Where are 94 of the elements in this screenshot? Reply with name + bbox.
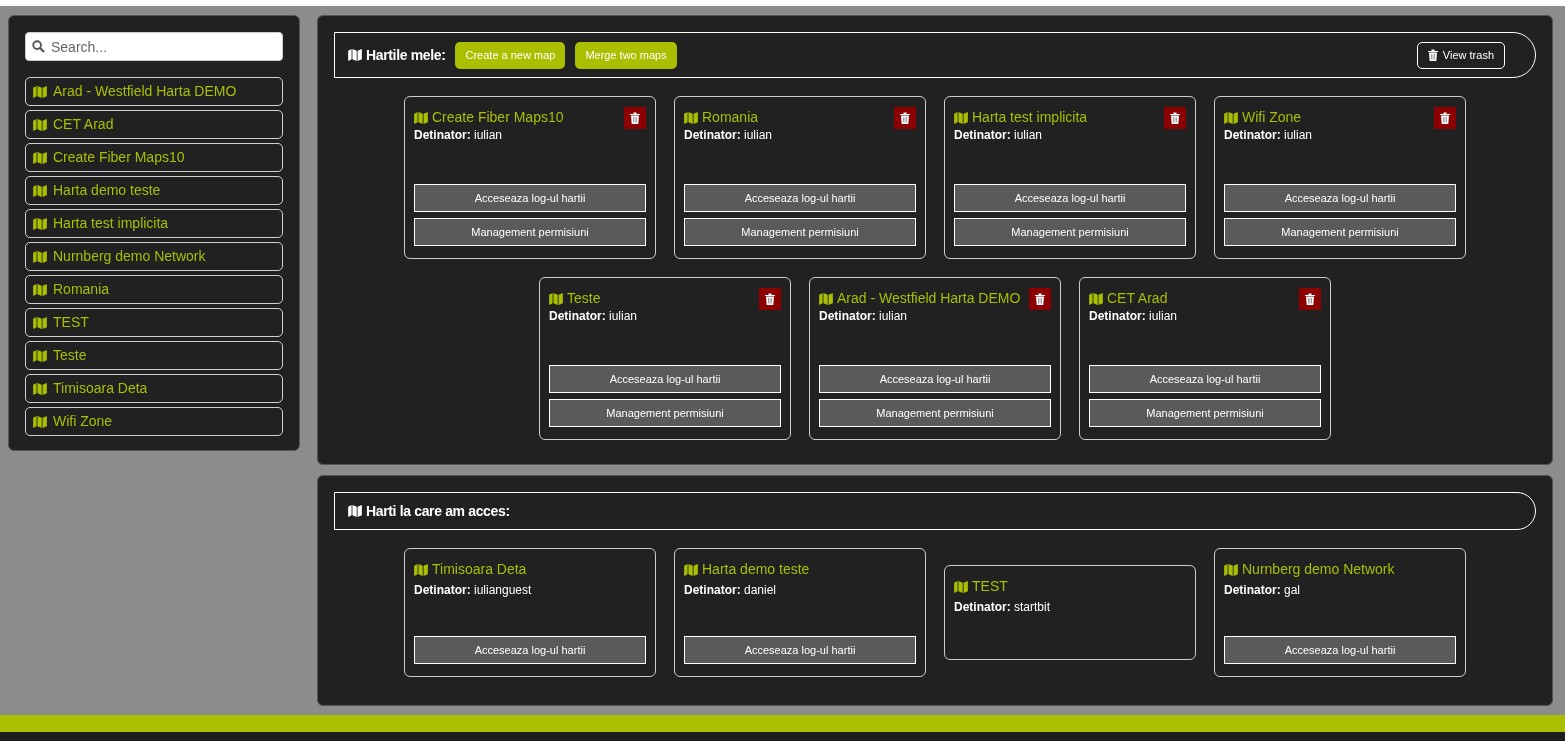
map-icon [414, 111, 428, 124]
card-button[interactable]: Management permisiuni [1224, 218, 1456, 246]
map-icon [33, 118, 47, 131]
card-button[interactable]: Management permisiuni [684, 218, 916, 246]
owner-text: Detinator: iulian [1224, 127, 1314, 144]
sidebar-item[interactable]: Nurnberg demo Network [25, 242, 283, 271]
map-icon [954, 580, 968, 593]
map-icon [33, 85, 47, 98]
map-title[interactable]: Harta demo teste [684, 559, 810, 581]
sidebar-item[interactable]: Harta test implicita [25, 209, 283, 238]
sidebar-item[interactable]: Timisoara Deta [25, 374, 283, 403]
map-icon [33, 349, 47, 362]
card-button[interactable]: Acceseaza log-ul hartii [414, 636, 646, 665]
owner-text: Detinator: daniel [684, 582, 778, 600]
delete-button[interactable] [1164, 107, 1186, 129]
map-icon [348, 505, 362, 518]
search-field[interactable]: Search... [25, 32, 283, 61]
card-button[interactable]: Acceseaza log-ul hartii [819, 365, 1051, 393]
owner-text: Detinator: iulian [549, 308, 639, 325]
owner-text: Detinator: iulian [1089, 308, 1179, 325]
card-button[interactable]: Acceseaza log-ul hartii [1089, 365, 1321, 393]
map-icon [954, 111, 968, 124]
map-icon [33, 217, 47, 230]
map-title[interactable]: Timisoara Deta [414, 559, 527, 581]
delete-button[interactable] [759, 288, 781, 310]
view-trash-button[interactable]: View trash [1416, 41, 1505, 69]
map-title[interactable]: Nurnberg demo Network [1224, 559, 1395, 581]
delete-button[interactable] [624, 107, 646, 129]
owner-text: Detinator: startbit [954, 599, 1052, 617]
card-button[interactable]: Acceseaza log-ul hartii [414, 184, 646, 212]
map-title[interactable]: Harta test implicita [954, 107, 1088, 128]
trash-icon [765, 293, 775, 305]
map-title[interactable]: Wifi Zone [1224, 107, 1302, 128]
sidebar-item[interactable]: CET Arad [25, 110, 283, 139]
owner-text: Detinator: iulian [684, 127, 774, 144]
delete-button[interactable] [1029, 288, 1051, 310]
map-icon [33, 151, 47, 164]
map-icon [33, 316, 47, 329]
map-icon [549, 292, 563, 305]
section-title: Harti la care am acces: [366, 501, 510, 521]
map-icon [414, 563, 428, 576]
map-title[interactable]: Create Fiber Maps10 [414, 107, 564, 128]
map-title[interactable]: Teste [549, 288, 601, 309]
card-button[interactable]: Acceseaza log-ul hartii [954, 184, 1186, 212]
sidebar-item[interactable]: Harta demo teste [25, 176, 283, 205]
card-button[interactable]: Acceseaza log-ul hartii [684, 184, 916, 212]
card-button[interactable]: Management permisiuni [414, 218, 646, 246]
map-icon [684, 563, 698, 576]
trash-icon [1305, 293, 1315, 305]
trash-icon [900, 112, 910, 124]
map-icon [33, 382, 47, 395]
owner-text: Detinator: iulian [954, 127, 1044, 144]
map-icon [33, 184, 47, 197]
map-icon [33, 250, 47, 263]
trash-icon [630, 112, 640, 124]
card-button[interactable]: Management permisiuni [819, 399, 1051, 427]
card-button[interactable]: Acceseaza log-ul hartii [549, 365, 781, 393]
map-title[interactable]: TEST [954, 576, 1008, 598]
card-button[interactable]: Acceseaza log-ul hartii [1224, 184, 1456, 212]
owner-text: Detinator: gal [1224, 582, 1302, 600]
owner-text: Detinator: iulian [819, 308, 909, 325]
sidebar-item[interactable]: Romania [25, 275, 283, 304]
search-icon [32, 40, 45, 53]
map-title[interactable]: Arad - Westfield Harta DEMO [819, 288, 1021, 309]
trash-icon [1035, 293, 1045, 305]
card-button[interactable]: Acceseaza log-ul hartii [684, 636, 916, 665]
map-icon [684, 111, 698, 124]
map-title[interactable]: CET Arad [1089, 288, 1168, 309]
trash-icon [1440, 112, 1450, 124]
sidebar-item[interactable]: Wifi Zone [25, 407, 283, 436]
map-icon [33, 415, 47, 428]
trash-icon [1427, 49, 1438, 61]
sidebar-item[interactable]: Teste [25, 341, 283, 370]
map-title[interactable]: Romania [684, 107, 759, 128]
delete-button[interactable] [894, 107, 916, 129]
owner-text: Detinator: iulian [414, 127, 504, 144]
map-icon [1224, 111, 1238, 124]
card-button[interactable]: Management permisiuni [954, 218, 1186, 246]
delete-button[interactable] [1434, 107, 1456, 129]
map-icon [1224, 563, 1238, 576]
map-icon [819, 292, 833, 305]
section-title: Hartile mele: [366, 45, 446, 65]
card-button[interactable]: Acceseaza log-ul hartii [1224, 636, 1456, 665]
sidebar-item[interactable]: Arad - Westfield Harta DEMO [25, 77, 283, 106]
map-icon [348, 49, 362, 61]
map-icon [33, 283, 47, 296]
sidebar-item[interactable]: Create Fiber Maps10 [25, 143, 283, 172]
delete-button[interactable] [1299, 288, 1321, 310]
sidebar-item[interactable]: TEST [25, 308, 283, 337]
map-icon [1089, 292, 1103, 305]
card-button[interactable]: Management permisiuni [1089, 399, 1321, 427]
trash-icon [1170, 112, 1180, 124]
owner-text: Detinator: iulianguest [414, 582, 533, 600]
card-button[interactable]: Management permisiuni [549, 399, 781, 427]
